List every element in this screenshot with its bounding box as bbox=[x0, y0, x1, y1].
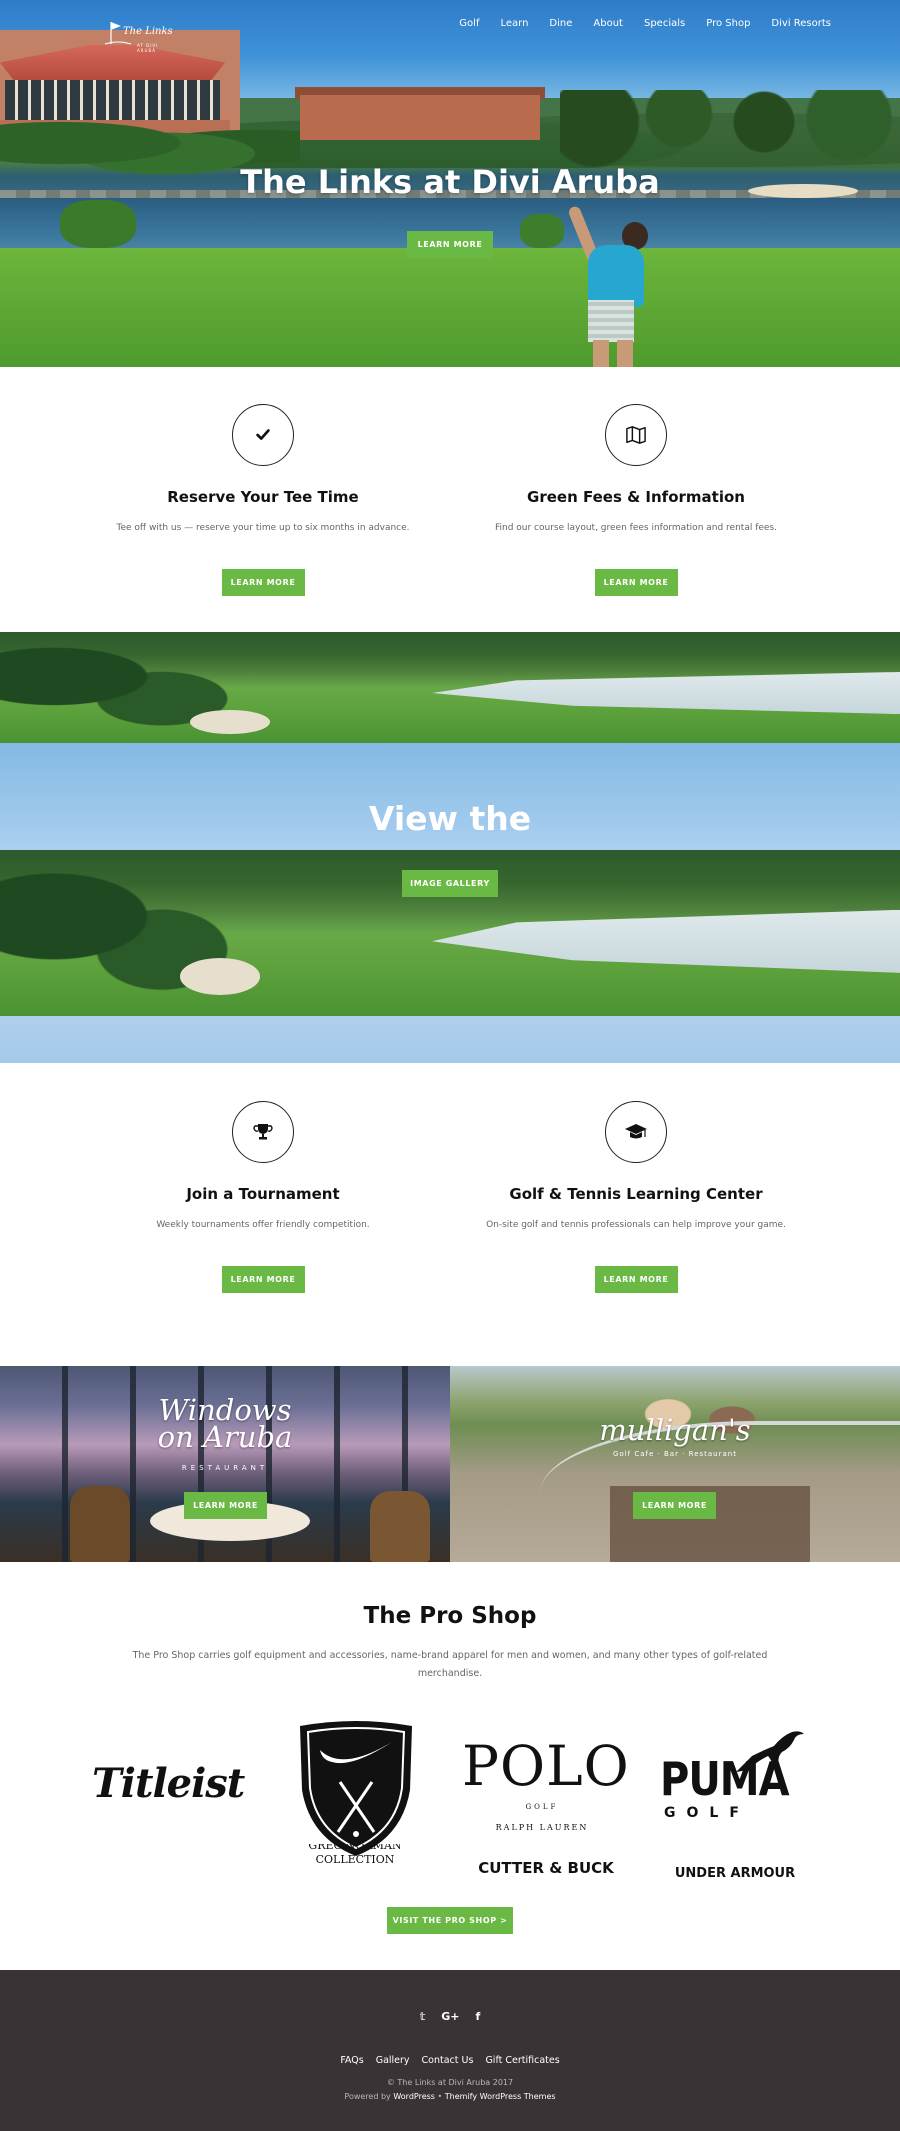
brand-greg-norman-line1: GREG NORMAN bbox=[308, 1844, 402, 1852]
hero-golfer-shirt bbox=[588, 245, 644, 307]
nav-golf[interactable]: Golf bbox=[459, 18, 479, 29]
brand-puma-golf: GOLF bbox=[664, 1805, 750, 1821]
themify-link[interactable]: Themify WordPress Themes bbox=[445, 2092, 556, 2101]
feature-text: Find our course layout, green fees infor… bbox=[494, 523, 777, 533]
feature-title: Join a Tournament bbox=[186, 1185, 340, 1203]
trophy-icon bbox=[253, 1124, 273, 1140]
restaurant-logo-sub: RESTAURANT bbox=[181, 1464, 269, 1472]
brand-polo-ralph-lauren: RALPH LAUREN bbox=[495, 1823, 589, 1832]
reserve-learn-more-button[interactable]: Learn More bbox=[221, 569, 305, 596]
brand-titleist-logo: Titleist bbox=[92, 1760, 245, 1807]
nav-learn[interactable]: Learn bbox=[500, 18, 528, 29]
main-nav: Golf Learn Dine About Specials Pro Shop … bbox=[438, 18, 831, 29]
feature-icon-circle bbox=[232, 404, 294, 466]
brand-greg-norman-logo: GREG NORMAN COLLECTION bbox=[285, 1844, 425, 1867]
map-icon bbox=[626, 426, 646, 444]
logo-subtext: AT DIVI ARUBA bbox=[137, 43, 159, 53]
brand-puma-logo: PUMA bbox=[660, 1753, 790, 1807]
hero-shrub bbox=[520, 214, 564, 248]
visit-pro-shop-button[interactable]: Visit the Pro Shop > bbox=[387, 1907, 513, 1934]
restaurant-chair bbox=[70, 1486, 130, 1562]
hero-learn-more-button[interactable]: Learn More bbox=[407, 231, 493, 258]
feature-reserve-tee-time: Reserve Your Tee Time Tee off with us — … bbox=[83, 404, 443, 596]
feature-icon-circle bbox=[232, 1101, 294, 1163]
feature-title: Golf & Tennis Learning Center bbox=[509, 1185, 763, 1203]
feature-title: Green Fees & Information bbox=[527, 488, 745, 506]
hero-shrub bbox=[60, 200, 136, 248]
nike-shield-icon bbox=[300, 1721, 412, 1856]
twitter-icon[interactable]: 𝕥 bbox=[420, 2010, 426, 2023]
panorama-water bbox=[432, 671, 900, 715]
restaurant-mulligans: mulligan's Golf Cafe · Bar · Restaurant … bbox=[450, 1366, 900, 1562]
feature-text: Weekly tournaments offer friendly compet… bbox=[156, 1220, 370, 1230]
course-panorama bbox=[0, 632, 900, 743]
green-fees-learn-more-button[interactable]: Learn More bbox=[594, 569, 678, 596]
nav-pro-shop[interactable]: Pro Shop bbox=[706, 18, 750, 29]
gallery-section: View the Image Gallery bbox=[0, 743, 900, 1063]
panorama-bunker bbox=[180, 958, 260, 995]
powered-prefix: Powered by bbox=[344, 2092, 394, 2101]
hero-clubhouse-windows bbox=[5, 80, 220, 120]
restaurant-chair bbox=[370, 1491, 430, 1562]
check-icon bbox=[256, 429, 270, 440]
nav-specials[interactable]: Specials bbox=[644, 18, 685, 29]
facebook-icon[interactable]: f bbox=[476, 2010, 481, 2023]
hero-golfer-legs bbox=[593, 340, 633, 367]
restaurant-logo-sub: Golf Cafe · Bar · Restaurant bbox=[613, 1450, 737, 1458]
tournament-learn-more-button[interactable]: Learn More bbox=[221, 1266, 305, 1293]
footer-link-faqs[interactable]: FAQs bbox=[340, 2055, 363, 2066]
feature-green-fees: Green Fees & Information Find our course… bbox=[456, 404, 816, 596]
proshop-title: The Pro Shop bbox=[363, 1603, 537, 1629]
graduation-cap-icon bbox=[625, 1124, 647, 1139]
brand-cutter-buck-logo: CUTTER & BUCK bbox=[478, 1859, 614, 1877]
footer-links: FAQs Gallery Contact Us Gift Certificate… bbox=[0, 2055, 900, 2066]
mulligans-learn-more-button[interactable]: Learn More bbox=[633, 1492, 716, 1519]
footer-link-gift-certificates[interactable]: Gift Certificates bbox=[485, 2055, 559, 2066]
feature-title: Reserve Your Tee Time bbox=[167, 488, 359, 506]
powered-separator: • bbox=[434, 2092, 445, 2101]
footer-link-gallery[interactable]: Gallery bbox=[376, 2055, 410, 2066]
footer-link-contact[interactable]: Contact Us bbox=[422, 2055, 474, 2066]
hero-title: The Links at Divi Aruba bbox=[240, 163, 660, 201]
wordpress-link[interactable]: WordPress bbox=[393, 2092, 435, 2101]
logo-text: The Links bbox=[123, 26, 173, 37]
hero-banner: The Links AT DIVI ARUBA Golf Learn Dine … bbox=[0, 0, 900, 367]
hero-golfer-shorts bbox=[588, 300, 634, 342]
learning-center-learn-more-button[interactable]: Learn More bbox=[594, 1266, 678, 1293]
google-plus-icon[interactable]: G+ bbox=[441, 2010, 459, 2023]
restaurant-windows-on-aruba: Windows on Aruba RESTAURANT Learn More bbox=[0, 1366, 450, 1562]
feature-learning-center: Golf & Tennis Learning Center On-site go… bbox=[456, 1101, 816, 1293]
powered-by: Powered by WordPress • Themify WordPress… bbox=[0, 2092, 900, 2101]
brand-nike-golf-logo bbox=[292, 1720, 420, 1860]
restaurant-logo: mulligan's bbox=[599, 1413, 751, 1447]
brand-under-armour-logo: UNDER ARMOUR bbox=[674, 1866, 796, 1881]
brand-polo-logo: POLO bbox=[462, 1734, 630, 1798]
restaurant-logo-line2: on Aruba bbox=[157, 1420, 293, 1454]
nav-about[interactable]: About bbox=[593, 18, 623, 29]
site-footer: 𝕥 G+ f FAQs Gallery Contact Us Gift Cert… bbox=[0, 1970, 900, 2131]
panorama-water bbox=[432, 909, 900, 973]
site-logo[interactable]: The Links AT DIVI ARUBA bbox=[103, 16, 177, 54]
nav-divi-resorts[interactable]: Divi Resorts bbox=[771, 18, 831, 29]
feature-icon-circle bbox=[605, 1101, 667, 1163]
brand-greg-norman-line2: COLLECTION bbox=[315, 1853, 395, 1866]
hero-resort-building bbox=[300, 95, 540, 140]
brand-polo-golf: GOLF bbox=[525, 1803, 559, 1811]
feature-tournament: Join a Tournament Weekly tournaments off… bbox=[83, 1101, 443, 1293]
feature-icon-circle bbox=[605, 404, 667, 466]
image-gallery-button[interactable]: Image Gallery bbox=[402, 870, 498, 897]
copyright-text: © The Links at Divi Aruba 2017 bbox=[386, 2078, 514, 2087]
gallery-title: View the bbox=[368, 799, 532, 838]
feature-text: Tee off with us — reserve your time up t… bbox=[116, 523, 410, 533]
nav-dine[interactable]: Dine bbox=[549, 18, 572, 29]
feature-text: On-site golf and tennis professionals ca… bbox=[486, 1220, 786, 1230]
social-links: 𝕥 G+ f bbox=[0, 2010, 900, 2023]
hero-fairway bbox=[0, 248, 900, 367]
hero-palm-trees bbox=[560, 90, 900, 170]
proshop-description: The Pro Shop carries golf equipment and … bbox=[132, 1650, 768, 1679]
windows-learn-more-button[interactable]: Learn More bbox=[184, 1492, 267, 1519]
